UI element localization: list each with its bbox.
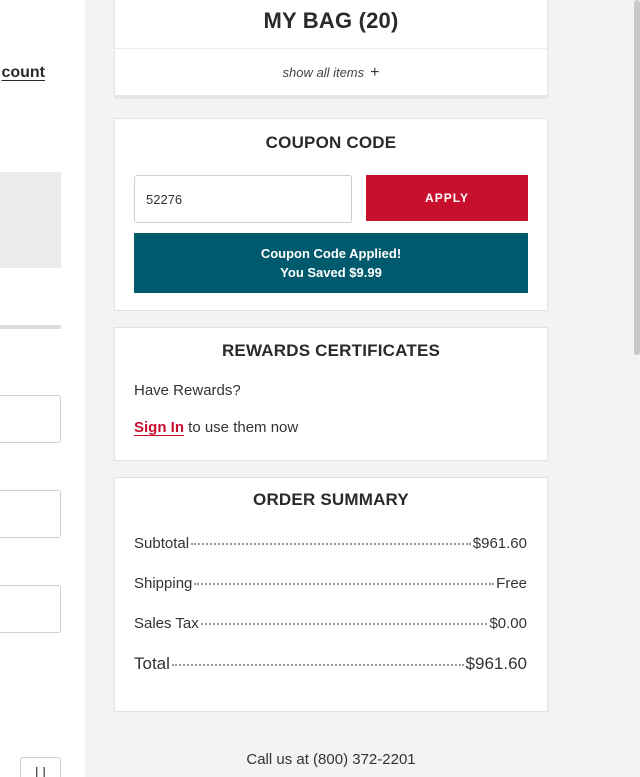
summary-label: Subtotal [134, 535, 190, 552]
summary-row-shipping: Shipping Free [115, 570, 547, 610]
coupon-applied-banner: Coupon Code Applied! You Saved $9.99 [134, 233, 528, 293]
rewards-certificates-card: REWARDS CERTIFICATES Have Rewards? Sign … [114, 327, 548, 461]
summary-label: Sales Tax [134, 615, 199, 632]
coupon-code-card: COUPON CODE APPLY Coupon Code Applied! Y… [114, 118, 548, 311]
sign-in-suffix: to use them now [184, 419, 299, 436]
summary-value: $961.60 [465, 654, 527, 673]
show-all-items-button[interactable]: show all items + [115, 49, 547, 96]
have-rewards-text: Have Rewards? [134, 382, 241, 399]
account-link[interactable]: count [0, 64, 45, 82]
summary-value: $961.60 [472, 535, 527, 552]
order-summary-card: ORDER SUMMARY Subtotal $961.60 Shipping … [114, 477, 548, 712]
summary-row-sales-tax: Sales Tax $0.00 [115, 610, 547, 650]
sign-in-link[interactable]: Sign In [134, 419, 184, 436]
dot-leader [200, 623, 488, 625]
my-bag-card: MY BAG (20) show all items + [114, 0, 548, 99]
left-input-field-1[interactable] [0, 395, 61, 443]
show-all-items-label: show all items [282, 65, 365, 80]
coupon-savings-message: You Saved $9.99 [280, 265, 382, 280]
scrollbar-thumb[interactable] [634, 0, 640, 355]
my-bag-title: MY BAG (20) [115, 0, 547, 49]
left-pane: count | | [0, 0, 85, 777]
summary-row-subtotal: Subtotal $961.60 [115, 530, 547, 570]
plus-icon: + [370, 63, 380, 81]
dot-leader [191, 543, 471, 545]
left-stepper[interactable]: | | [20, 757, 61, 777]
left-input-field-3[interactable] [0, 585, 61, 633]
coupon-code-input[interactable] [134, 175, 352, 223]
left-grey-block [0, 172, 61, 268]
scrollbar-track[interactable] [634, 0, 640, 777]
left-divider [0, 325, 61, 329]
summary-value: Free [496, 575, 527, 592]
apply-button[interactable]: APPLY [366, 175, 528, 221]
rewards-certificates-title: REWARDS CERTIFICATES [221, 341, 441, 360]
summary-label: Shipping [134, 575, 193, 592]
dot-leader [194, 583, 495, 585]
summary-value: $0.00 [489, 615, 527, 632]
summary-row-total: Total $961.60 [115, 650, 547, 692]
left-input-field-2[interactable] [0, 490, 61, 538]
rewards-sign-in-line: Sign In to use them now [115, 399, 547, 436]
call-us-text: Call us at (800) 372-2201 [246, 751, 416, 768]
coupon-code-title: COUPON CODE [265, 133, 397, 152]
order-summary-title: ORDER SUMMARY [253, 490, 409, 509]
summary-label: Total [134, 654, 170, 673]
dot-leader [171, 664, 464, 666]
coupon-applied-message: Coupon Code Applied! [260, 246, 402, 261]
coupon-row: APPLY [115, 175, 547, 223]
